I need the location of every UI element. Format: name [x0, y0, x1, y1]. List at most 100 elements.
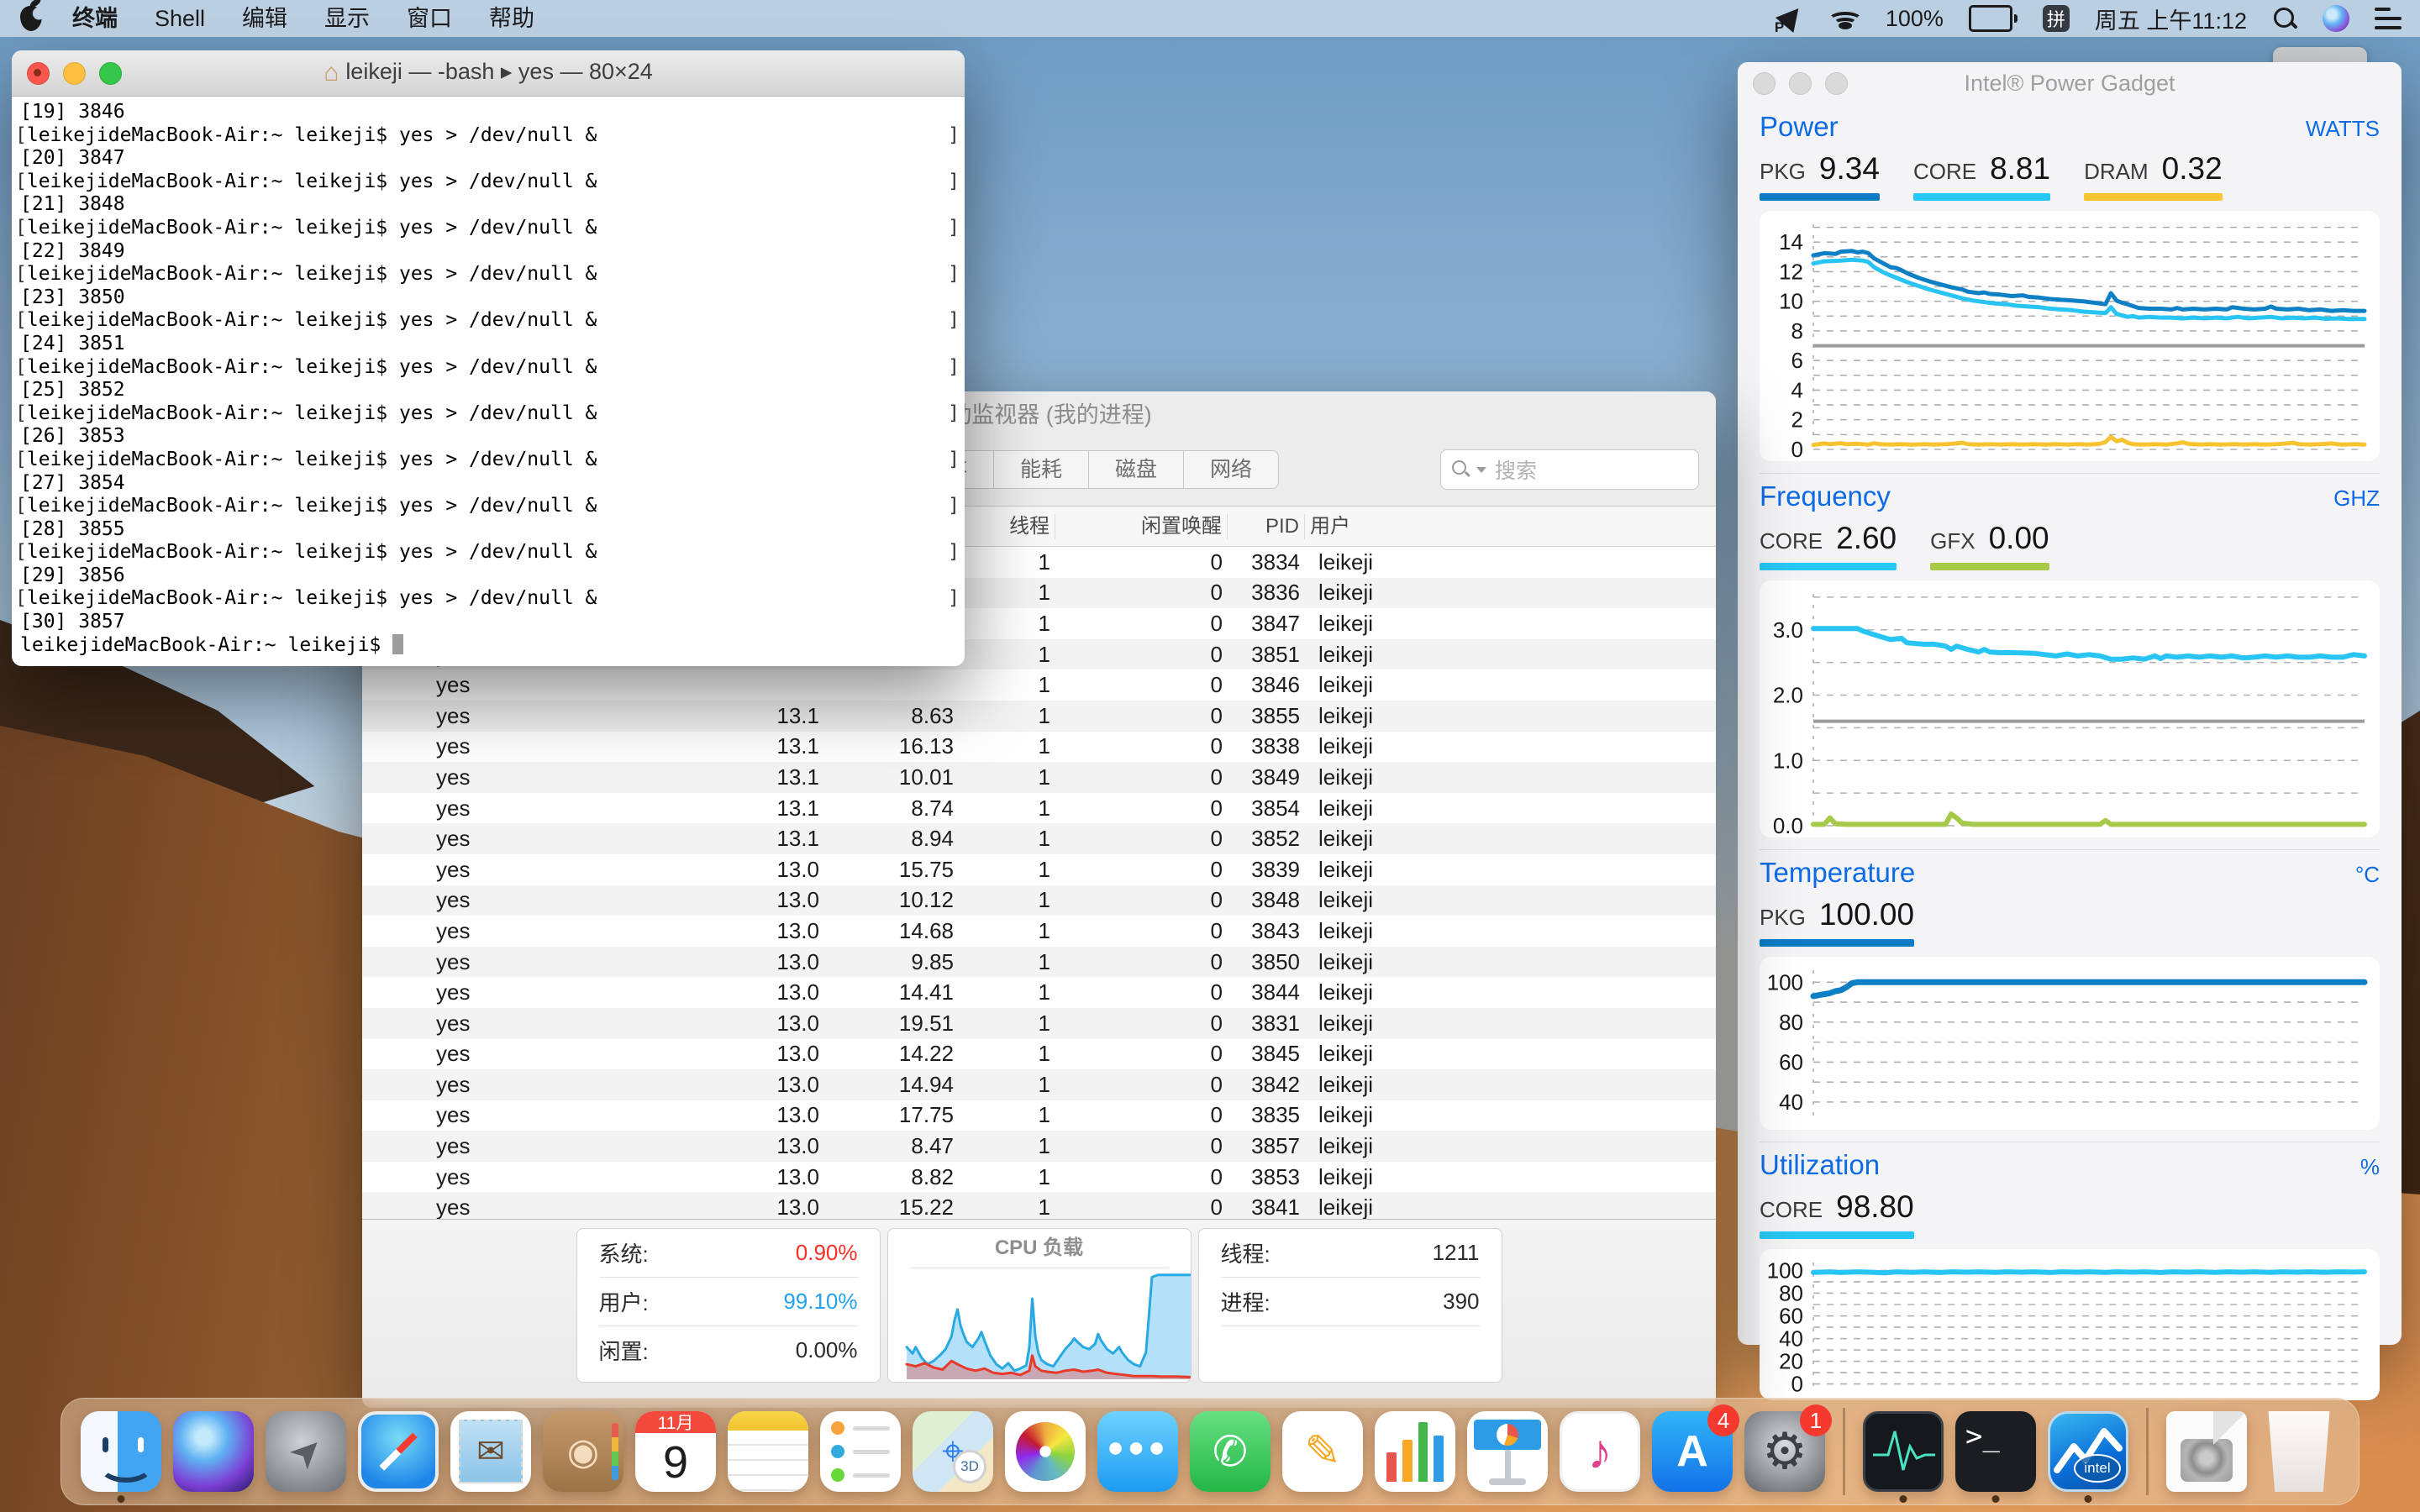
svg-text:100: 100 [1767, 1257, 1803, 1283]
column-threads[interactable]: 线程 [959, 514, 1055, 539]
menu-item-help[interactable]: 帮助 [471, 0, 553, 37]
dock-item-safari[interactable] [358, 1411, 439, 1492]
cell-user: leikeji [1305, 1102, 1716, 1128]
table-row[interactable]: yes13.08.47103857leikeji [362, 1131, 1716, 1162]
cell-name: yes [362, 764, 732, 790]
dock-item-finder[interactable] [81, 1411, 161, 1492]
table-row[interactable]: yes13.010.12103848leikeji [362, 885, 1716, 916]
table-row[interactable]: yes13.014.22103845leikeji [362, 1039, 1716, 1070]
search-field[interactable]: 搜索 [1440, 449, 1699, 490]
dock-item-contacts[interactable]: ◉ [543, 1411, 623, 1492]
cell-cpu-time: 15.22 [824, 1194, 959, 1221]
cell-cpu: 13.0 [732, 1102, 824, 1128]
dock-item-mail[interactable]: ✉ [450, 1411, 531, 1492]
table-row[interactable]: yes13.015.75103839leikeji [362, 854, 1716, 885]
dock-item-launchpad[interactable]: ➤ [266, 1411, 346, 1492]
cell-name: yes [362, 857, 732, 883]
terminal-job-line: [28] 3855 [20, 518, 960, 542]
dock-item-activity-monitor[interactable] [1863, 1411, 1944, 1492]
utilization-chart: 020406080100 [1760, 1249, 2380, 1400]
table-row[interactable]: yes13.017.75103835leikeji [362, 1100, 1716, 1131]
notification-badge: 1 [1800, 1404, 1832, 1436]
dock-item-sysprefs[interactable]: ⚙1 [1744, 1411, 1825, 1492]
cell-threads: 1 [959, 949, 1055, 975]
cell-cpu: 13.1 [732, 826, 824, 852]
table-row[interactable]: yes13.116.13103838leikeji [362, 732, 1716, 763]
cell-pid: 3850 [1228, 949, 1305, 975]
table-row[interactable]: yes13.08.82103853leikeji [362, 1162, 1716, 1193]
metric-label: DRAM [2084, 159, 2149, 185]
dock-item-photos[interactable] [1005, 1411, 1086, 1492]
dock-item-dmg[interactable] [2166, 1411, 2247, 1492]
input-method-icon[interactable]: 拼 [2043, 5, 2070, 32]
metric-label: GFX [1930, 528, 1975, 554]
table-row[interactable]: yes13.014.68103843leikeji [362, 916, 1716, 947]
tab-能耗[interactable]: 能耗 [994, 451, 1089, 488]
location-status-icon[interactable]: P [1776, 4, 1805, 33]
dock-item-itunes[interactable]: ♪ [1560, 1411, 1640, 1492]
apple-menu-icon[interactable] [20, 6, 42, 31]
wifi-icon[interactable] [1830, 8, 1860, 29]
dock-item-siri[interactable] [173, 1411, 254, 1492]
tab-网络[interactable]: 网络 [1184, 451, 1278, 488]
cell-threads: 1 [959, 857, 1055, 883]
menu-item-edit[interactable]: 编辑 [224, 0, 306, 37]
cell-idle-wakeups: 0 [1055, 764, 1228, 790]
terminal-job-line: [20] 3847 [20, 147, 960, 171]
menu-clock[interactable]: 周五 上午11:12 [2095, 3, 2247, 35]
table-row[interactable]: yes103846leikeji [362, 669, 1716, 701]
tab-磁盘[interactable]: 磁盘 [1089, 451, 1184, 488]
table-row[interactable]: yes13.18.94103852leikeji [362, 823, 1716, 854]
dock-item-maps[interactable]: ⌖ [913, 1411, 993, 1492]
dock-item-pages[interactable]: ✎ [1282, 1411, 1363, 1492]
dock-item-messages[interactable]: ●●● [1097, 1411, 1178, 1492]
disk-image-glyph [2181, 1439, 2232, 1483]
table-row[interactable]: yes13.019.51103831leikeji [362, 1008, 1716, 1039]
prompt-mark: [ [15, 356, 27, 378]
finder-icon [81, 1411, 161, 1492]
cell-user: leikeji [1305, 733, 1716, 759]
column-pid[interactable]: PID [1228, 514, 1305, 539]
menu-item-window[interactable]: 窗口 [388, 0, 471, 37]
column-user[interactable]: 用户 [1305, 514, 1716, 539]
table-row[interactable]: yes13.09.85103850leikeji [362, 947, 1716, 978]
menu-item-shell[interactable]: Shell [136, 0, 224, 37]
calendar-month: 11月 [635, 1411, 716, 1433]
notification-center-icon[interactable] [2375, 8, 2402, 29]
table-row[interactable]: yes13.110.01103849leikeji [362, 762, 1716, 793]
terminal-job-line: [24] 3851 [20, 333, 960, 356]
dock-item-facetime[interactable]: ✆ [1190, 1411, 1270, 1492]
dock-item-numbers[interactable] [1375, 1411, 1455, 1492]
table-row[interactable]: yes13.18.74103854leikeji [362, 793, 1716, 824]
activity-monitor-icon [1863, 1411, 1944, 1492]
menu-app-name[interactable]: 终端 [54, 0, 136, 37]
dock-item-appstore[interactable]: A4 [1652, 1411, 1733, 1492]
dock-item-trash[interactable] [2259, 1411, 2339, 1492]
power-gadget-titlebar[interactable]: Intel® Power Gadget [1738, 62, 2402, 104]
cell-cpu-time: 15.75 [824, 857, 959, 883]
column-idle-wakeups[interactable]: 闲置唤醒 [1055, 514, 1228, 539]
dock-item-keynote[interactable] [1467, 1411, 1548, 1492]
dock-item-reminders[interactable] [820, 1411, 901, 1492]
siri-menu-icon[interactable] [2323, 5, 2349, 32]
cell-user: leikeji [1305, 580, 1716, 606]
dock-item-notes[interactable] [728, 1411, 808, 1492]
dock-item-terminal[interactable]: >_ [1955, 1411, 2036, 1492]
system-label: 系统: [599, 1237, 649, 1268]
battery-icon[interactable] [1969, 5, 2018, 32]
cell-idle-wakeups: 0 [1055, 887, 1228, 913]
terminal-command-line: [leikejideMacBook-Air:~ leikeji$ yes > /… [20, 356, 960, 380]
table-row[interactable]: yes13.18.63103855leikeji [362, 701, 1716, 732]
cell-pid: 3845 [1228, 1041, 1305, 1067]
metric-underline [2084, 193, 2223, 201]
terminal-job-line: [26] 3853 [20, 425, 960, 449]
menu-item-view[interactable]: 显示 [306, 0, 388, 37]
dock-item-power-gadget[interactable]: intel [2048, 1411, 2128, 1492]
spotlight-search-icon[interactable] [2272, 6, 2297, 31]
table-row[interactable]: yes13.014.94103842leikeji [362, 1069, 1716, 1100]
terminal-command-line: [leikejideMacBook-Air:~ leikeji$ yes > /… [20, 263, 960, 286]
dock-item-calendar[interactable]: 11月9 [635, 1411, 716, 1492]
terminal-titlebar[interactable]: ⌂leikeji — -bash ▸ yes — 80×24 [12, 50, 965, 97]
table-row[interactable]: yes13.014.41103844leikeji [362, 977, 1716, 1008]
terminal-content[interactable]: [19] 3846[leikejideMacBook-Air:~ leikeji… [12, 97, 965, 657]
